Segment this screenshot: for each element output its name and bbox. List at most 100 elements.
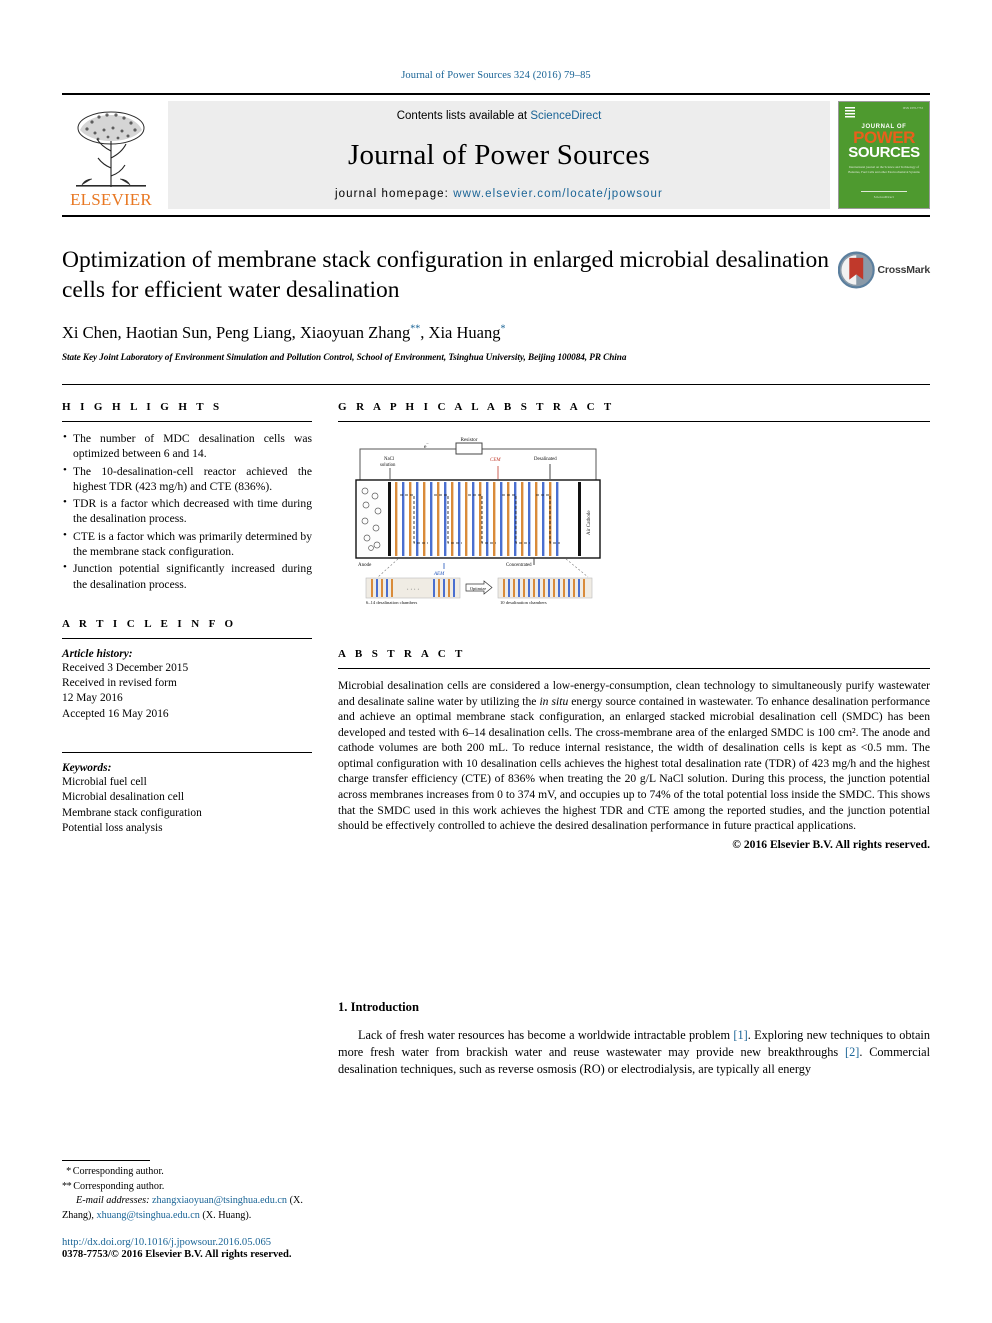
abstract-rule	[338, 667, 930, 669]
list-item: The number of MDC desalination cells was…	[62, 430, 312, 462]
list-item: TDR is a factor which decreased with tim…	[62, 495, 312, 527]
article-history-item: 12 May 2016	[62, 692, 123, 705]
introduction-paragraph: Lack of fresh water resources has become…	[338, 1028, 930, 1076]
article-info-rule	[62, 637, 312, 639]
content-columns: H I G H L I G H T S The number of MDC de…	[62, 385, 930, 852]
cover-blurb: International journal on the Science and…	[848, 164, 920, 174]
list-item: The 10-desalination-cell reactor achieve…	[62, 463, 312, 495]
corresponding-author-1: * Corresponding author.	[62, 1165, 312, 1179]
keyword-item: Microbial desalination cell	[62, 791, 185, 804]
anode-electrode	[388, 481, 391, 556]
running-head: Journal of Power Sources 324 (2016) 79–8…	[401, 70, 591, 81]
article-info-section: A R T I C L E I N F O Article history: R…	[62, 618, 312, 836]
graphical-abstract-rule	[338, 420, 930, 422]
abstract-body: Microbial desalination cells are conside…	[338, 678, 930, 852]
cover-footer: ScienceDirect	[873, 195, 895, 199]
highlights-rule	[62, 420, 312, 422]
keyword-item: Membrane stack configuration	[62, 806, 202, 819]
paper-page: Journal of Power Sources 324 (2016) 79–8…	[0, 0, 992, 1323]
graphical-abstract-section: G R A P H I C A L A B S T R A C T Resist…	[338, 401, 930, 620]
resistor-symbol	[455, 442, 483, 455]
graphical-abstract-figure: Resistor e‾ NaCl solution CEM Desalinate…	[355, 437, 601, 605]
article-history-item: Received 3 December 2015	[62, 661, 189, 674]
issn-copyright: 0378-7753/© 2016 Elsevier B.V. All right…	[62, 1249, 292, 1260]
author-mark-single: *	[500, 323, 506, 335]
author-mark-double: **	[410, 323, 421, 335]
introduction-heading: 1. Introduction	[338, 1000, 419, 1014]
highlights-list: The number of MDC desalination cells was…	[62, 430, 312, 592]
crossmark-label: CrossMark	[877, 264, 931, 276]
sciencedirect-link[interactable]: ScienceDirect	[530, 110, 601, 122]
footnote-block: * Corresponding author. ** Corresponding…	[62, 1165, 312, 1223]
title-block: Optimization of membrane stack configura…	[62, 245, 930, 362]
reactor-body	[355, 479, 601, 559]
journal-title: Journal of Power Sources	[348, 138, 650, 171]
cem-label: CEM	[490, 458, 501, 463]
optimize-arrow: Optimize	[465, 580, 493, 595]
corresponding-author-2: ** Corresponding author.	[62, 1180, 312, 1194]
elsevier-tree-icon	[76, 111, 146, 187]
cover-elsevier-icon	[845, 107, 855, 119]
email-name-2: (X. Huang).	[202, 1209, 252, 1221]
email-label: E-mail addresses:	[76, 1195, 150, 1207]
doi-link[interactable]: http://dx.doi.org/10.1016/j.jpowsour.201…	[62, 1237, 312, 1248]
journal-cover-thumbnail: ISSN 0378-7753 JOURNAL OF POWER SOURCES …	[838, 101, 930, 209]
article-history-item: Accepted 16 May 2016	[62, 707, 169, 720]
journal-masthead: ELSEVIER Contents lists available at Sci…	[62, 93, 930, 217]
svg-text:· · · ·: · · · ·	[407, 587, 420, 593]
masthead-banner: Contents lists available at ScienceDirec…	[168, 101, 830, 209]
page-bottom: * Corresponding author. ** Corresponding…	[62, 1000, 930, 1260]
list-item: Junction potential significantly increas…	[62, 560, 312, 592]
after-stack-caption: 10 desalination chambers	[500, 600, 547, 605]
corresponding-author-2-text: Corresponding author.	[73, 1180, 165, 1192]
optimize-label: Optimize	[470, 586, 486, 591]
list-item: CTE is a factor which was primarily dete…	[62, 528, 312, 560]
desalinated-label: Desalinated	[534, 457, 557, 462]
citation-link[interactable]: [1]	[733, 1028, 747, 1042]
corresponding-author-1-text: Corresponding author.	[72, 1166, 164, 1178]
anode-label: Anode	[358, 563, 372, 568]
abstract-italic-term: in situ	[539, 694, 569, 708]
homepage-label: journal homepage:	[335, 188, 454, 200]
affiliation: State Key Joint Laboratory of Environmen…	[62, 351, 627, 362]
right-column: G R A P H I C A L A B S T R A C T Resist…	[338, 401, 930, 852]
nacl-label-2: solution	[380, 463, 396, 468]
highlights-heading: H I G H L I G H T S	[62, 400, 223, 413]
aem-label: AEM	[433, 572, 445, 577]
cover-issue-text: ISSN 0378-7753	[902, 107, 923, 110]
contents-available-line: Contents lists available at ScienceDirec…	[397, 110, 602, 122]
cathode-label: Air Cathode	[587, 510, 592, 535]
footnote-star-2: **	[62, 1180, 74, 1192]
abstract-copyright: © 2016 Elsevier B.V. All rights reserved…	[732, 837, 930, 851]
cover-sources: SOURCES	[848, 143, 920, 161]
introduction-column: 1. Introduction Lack of fresh water reso…	[338, 1000, 930, 1260]
abstract-paragraph: Microbial desalination cells are conside…	[338, 678, 930, 833]
page-title: Optimization of membrane stack configura…	[62, 247, 829, 304]
email-link-1[interactable]: zhangxiaoyuan@tsinghua.edu.cn	[152, 1195, 287, 1206]
email-link-2[interactable]: xhuang@tsinghua.edu.cn	[97, 1210, 200, 1221]
contents-prefix: Contents lists available at	[396, 110, 531, 122]
graphical-abstract-heading: G R A P H I C A L A B S T R A C T	[338, 400, 615, 413]
keyword-item: Microbial fuel cell	[62, 776, 147, 789]
keywords-title: Keywords:	[62, 762, 112, 775]
footnotes-column: * Corresponding author. ** Corresponding…	[62, 1000, 312, 1260]
journal-homepage-line: journal homepage: www.elsevier.com/locat…	[335, 188, 663, 200]
article-history-item: Received in revised form	[62, 677, 177, 690]
abstract-section: A B S T R A C T Microbial desalination c…	[338, 648, 930, 852]
resistor-label: Resistor	[460, 437, 477, 443]
footnote-star-1: *	[62, 1166, 73, 1178]
keyword-item: Potential loss analysis	[62, 821, 163, 834]
before-stack-caption: 6–14 desalination chambers	[366, 600, 417, 605]
concentrated-label: Concentrated	[506, 563, 532, 568]
highlights-section: H I G H L I G H T S The number of MDC de…	[62, 401, 312, 592]
citation-link[interactable]: [2]	[845, 1045, 859, 1059]
keywords-rule	[62, 752, 312, 754]
crossmark-badge[interactable]: CrossMark	[838, 247, 930, 293]
homepage-url-link[interactable]: www.elsevier.com/locate/jpowsour	[453, 188, 663, 200]
crossmark-icon	[838, 251, 875, 289]
footnote-rule	[62, 1160, 150, 1162]
elsevier-logo: ELSEVIER	[62, 101, 160, 209]
email-addresses: E-mail addresses: zhangxiaoyuan@tsinghua…	[62, 1194, 312, 1223]
nacl-label: NaCl	[384, 457, 395, 462]
authors-tail: , Xia Huang	[420, 323, 501, 343]
